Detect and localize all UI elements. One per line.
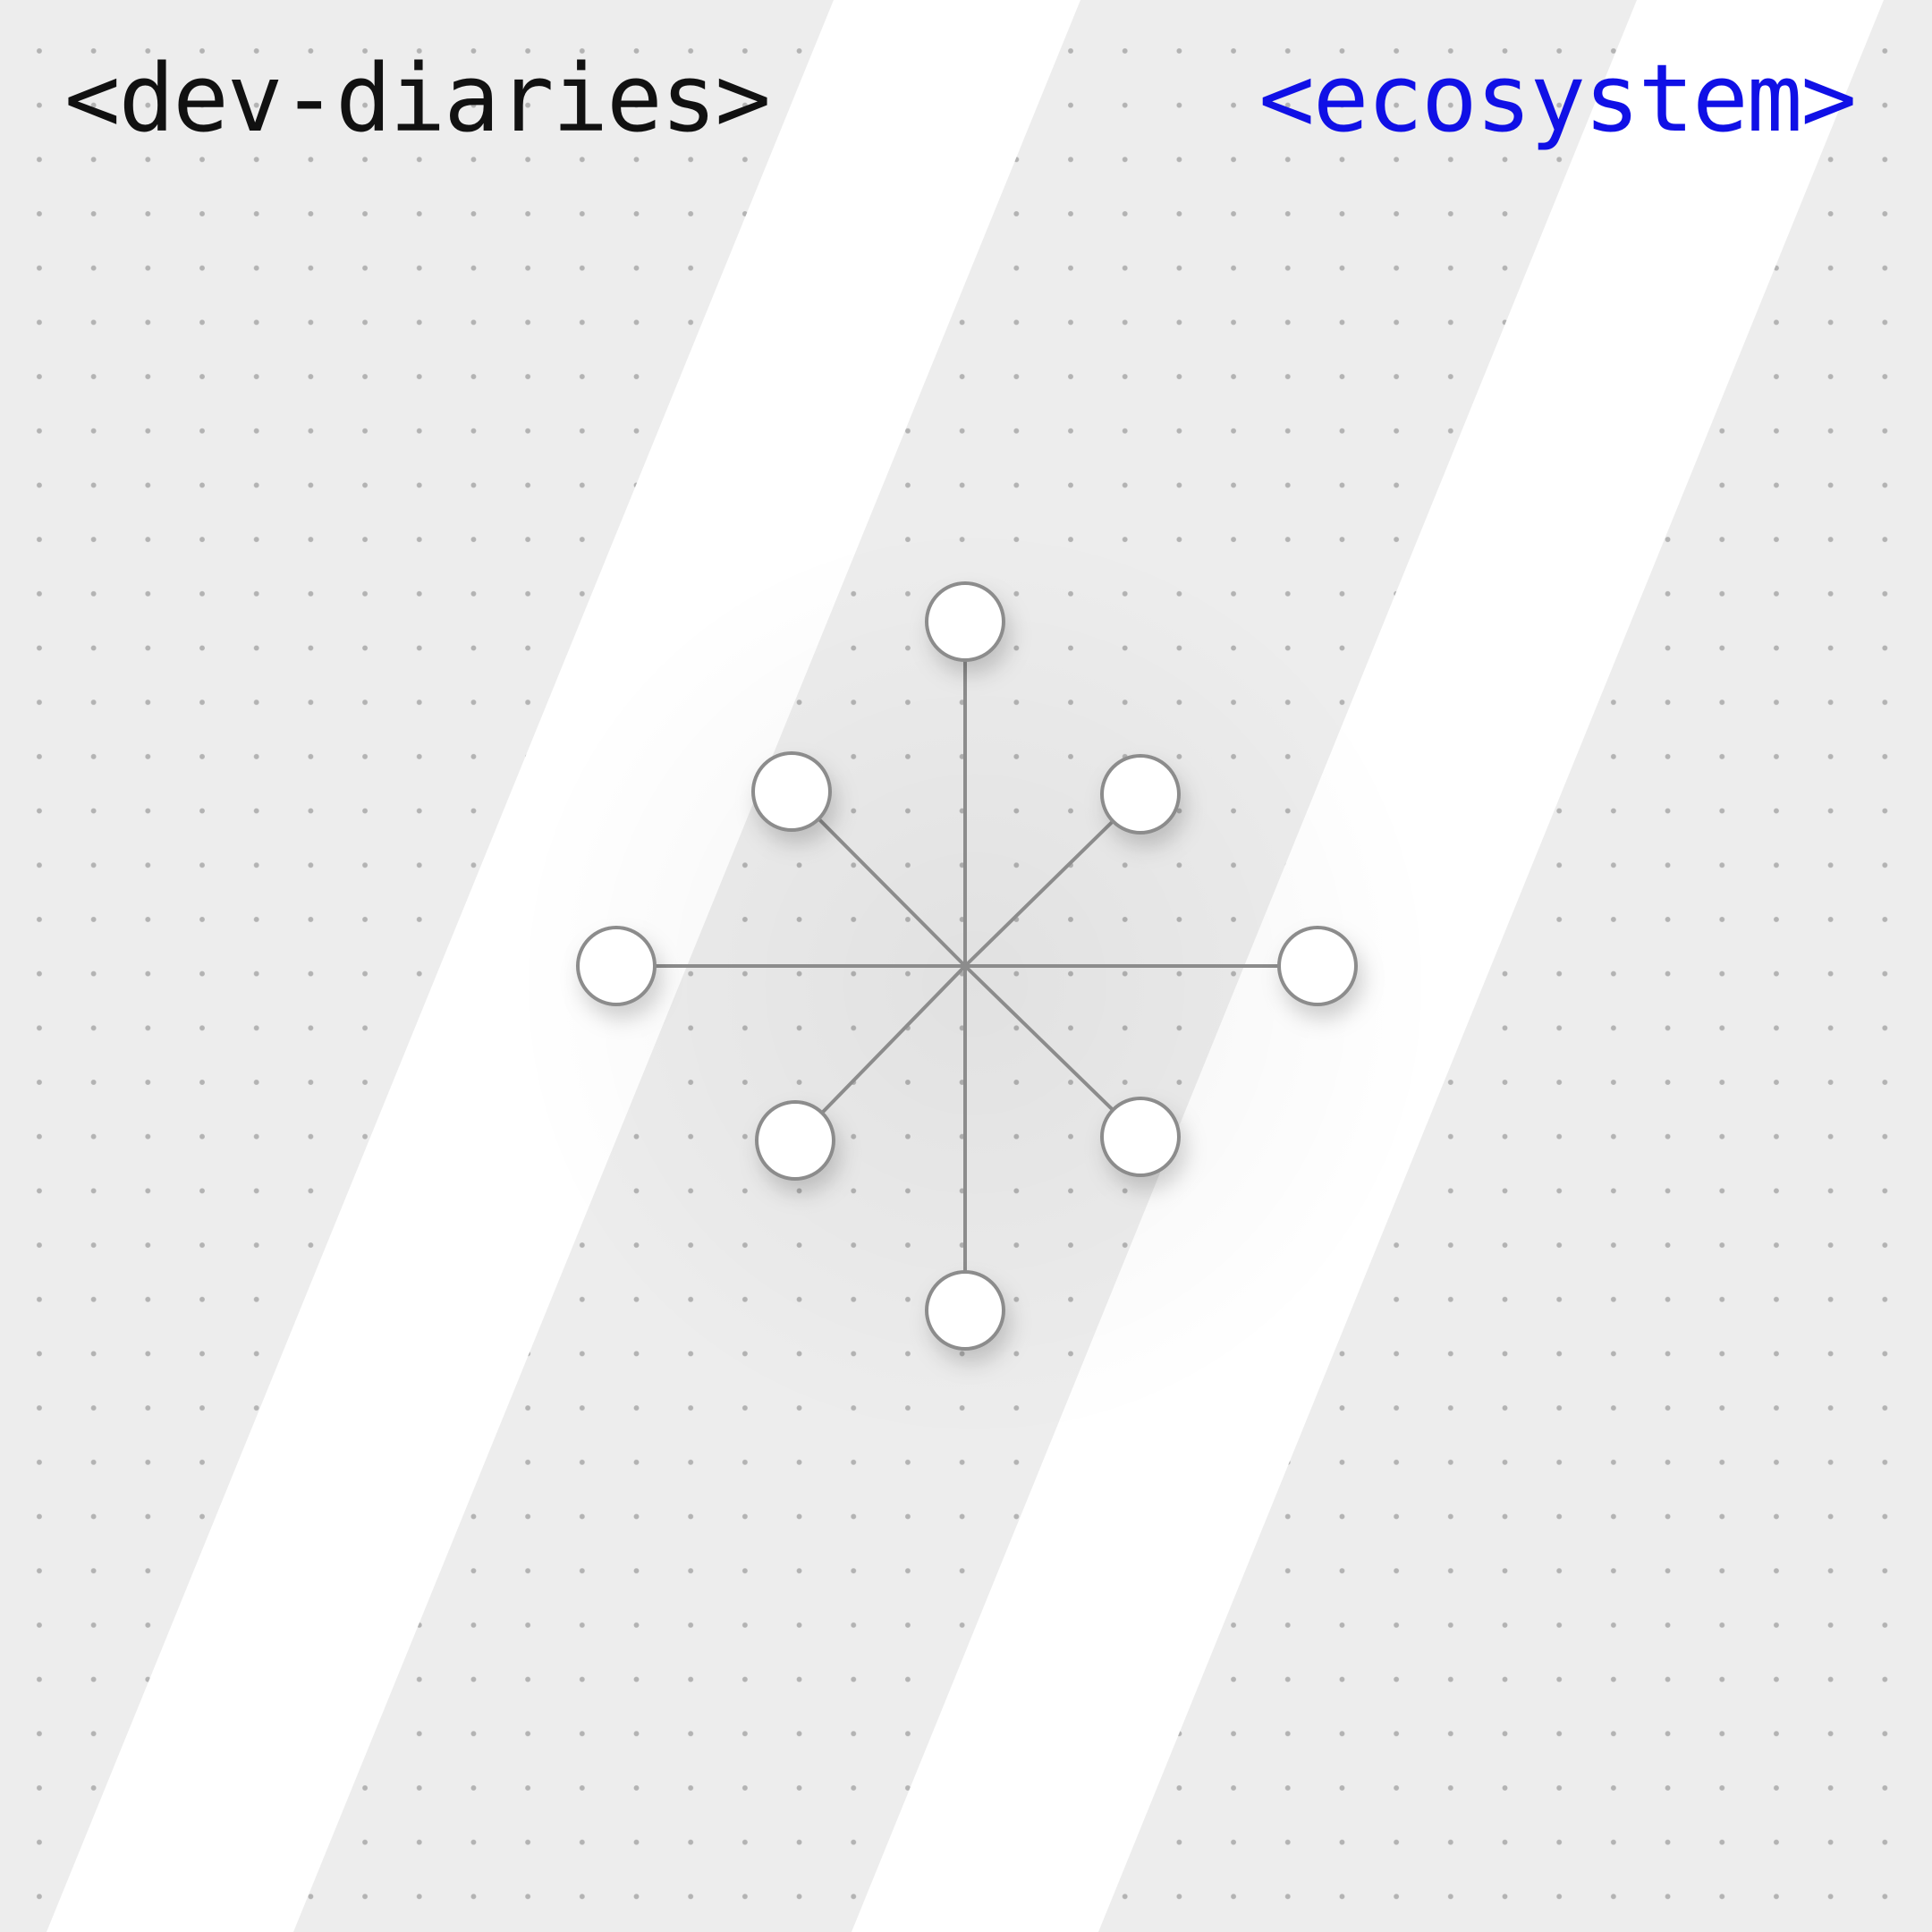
hub-spoke-network-icon [510, 519, 1440, 1449]
node-north-west [751, 751, 832, 832]
node-east [1277, 926, 1358, 1006]
cover-canvas: <dev-diaries> <ecosystem> [0, 0, 1932, 1932]
node-south-east [1100, 1097, 1181, 1177]
node-north-east [1100, 754, 1181, 835]
node-south-west [755, 1100, 835, 1181]
node-south [925, 1270, 1005, 1351]
node-north [925, 581, 1005, 662]
node-west [576, 926, 657, 1006]
